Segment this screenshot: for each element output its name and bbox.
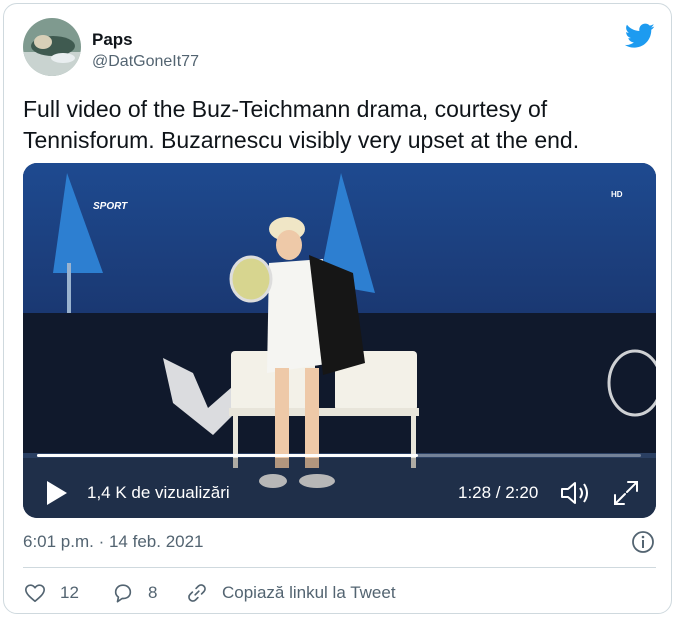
tweet-timestamp[interactable]: 6:01 p.m. · 14 feb. 2021: [23, 532, 204, 552]
info-icon[interactable]: [631, 530, 655, 554]
tweet-card: Paps @DatGoneIt77 Full video of the Buz-…: [3, 3, 672, 614]
volume-icon[interactable]: [559, 479, 591, 507]
video-progress-fill: [37, 454, 418, 457]
link-icon: [188, 584, 206, 602]
video-overlay-channel: SPORT: [93, 201, 128, 212]
video-progress-bar[interactable]: [37, 454, 641, 457]
heart-icon: [25, 584, 45, 603]
like-button[interactable]: 12: [24, 581, 79, 605]
reply-count: 8: [148, 583, 158, 602]
reply-button[interactable]: 8: [112, 581, 157, 605]
video-player[interactable]: SPORT HD 1,4 K de vizualizări 1:28 / 2:2…: [23, 163, 656, 518]
video-frame: SPORT HD: [23, 163, 656, 518]
copy-link-button[interactable]: Copiază linkul la Tweet: [186, 581, 396, 605]
like-count: 12: [60, 583, 79, 602]
video-overlay-hd: HD: [611, 190, 623, 199]
video-time: 1:28 / 2:20: [458, 483, 539, 502]
avatar[interactable]: [23, 18, 81, 76]
divider: [23, 567, 656, 568]
tweet-text: Full video of the Buz-Teichmann drama, c…: [23, 96, 580, 153]
play-icon[interactable]: [45, 480, 69, 506]
author-name[interactable]: Paps: [92, 30, 133, 50]
video-views: 1,4 K de vizualizări: [87, 483, 230, 502]
author-handle[interactable]: @DatGoneIt77: [92, 53, 199, 71]
reply-icon: [114, 584, 132, 603]
twitter-bird-icon[interactable]: [625, 23, 655, 49]
copy-link-label: Copiază linkul la Tweet: [222, 583, 396, 602]
fullscreen-icon[interactable]: [612, 479, 640, 507]
